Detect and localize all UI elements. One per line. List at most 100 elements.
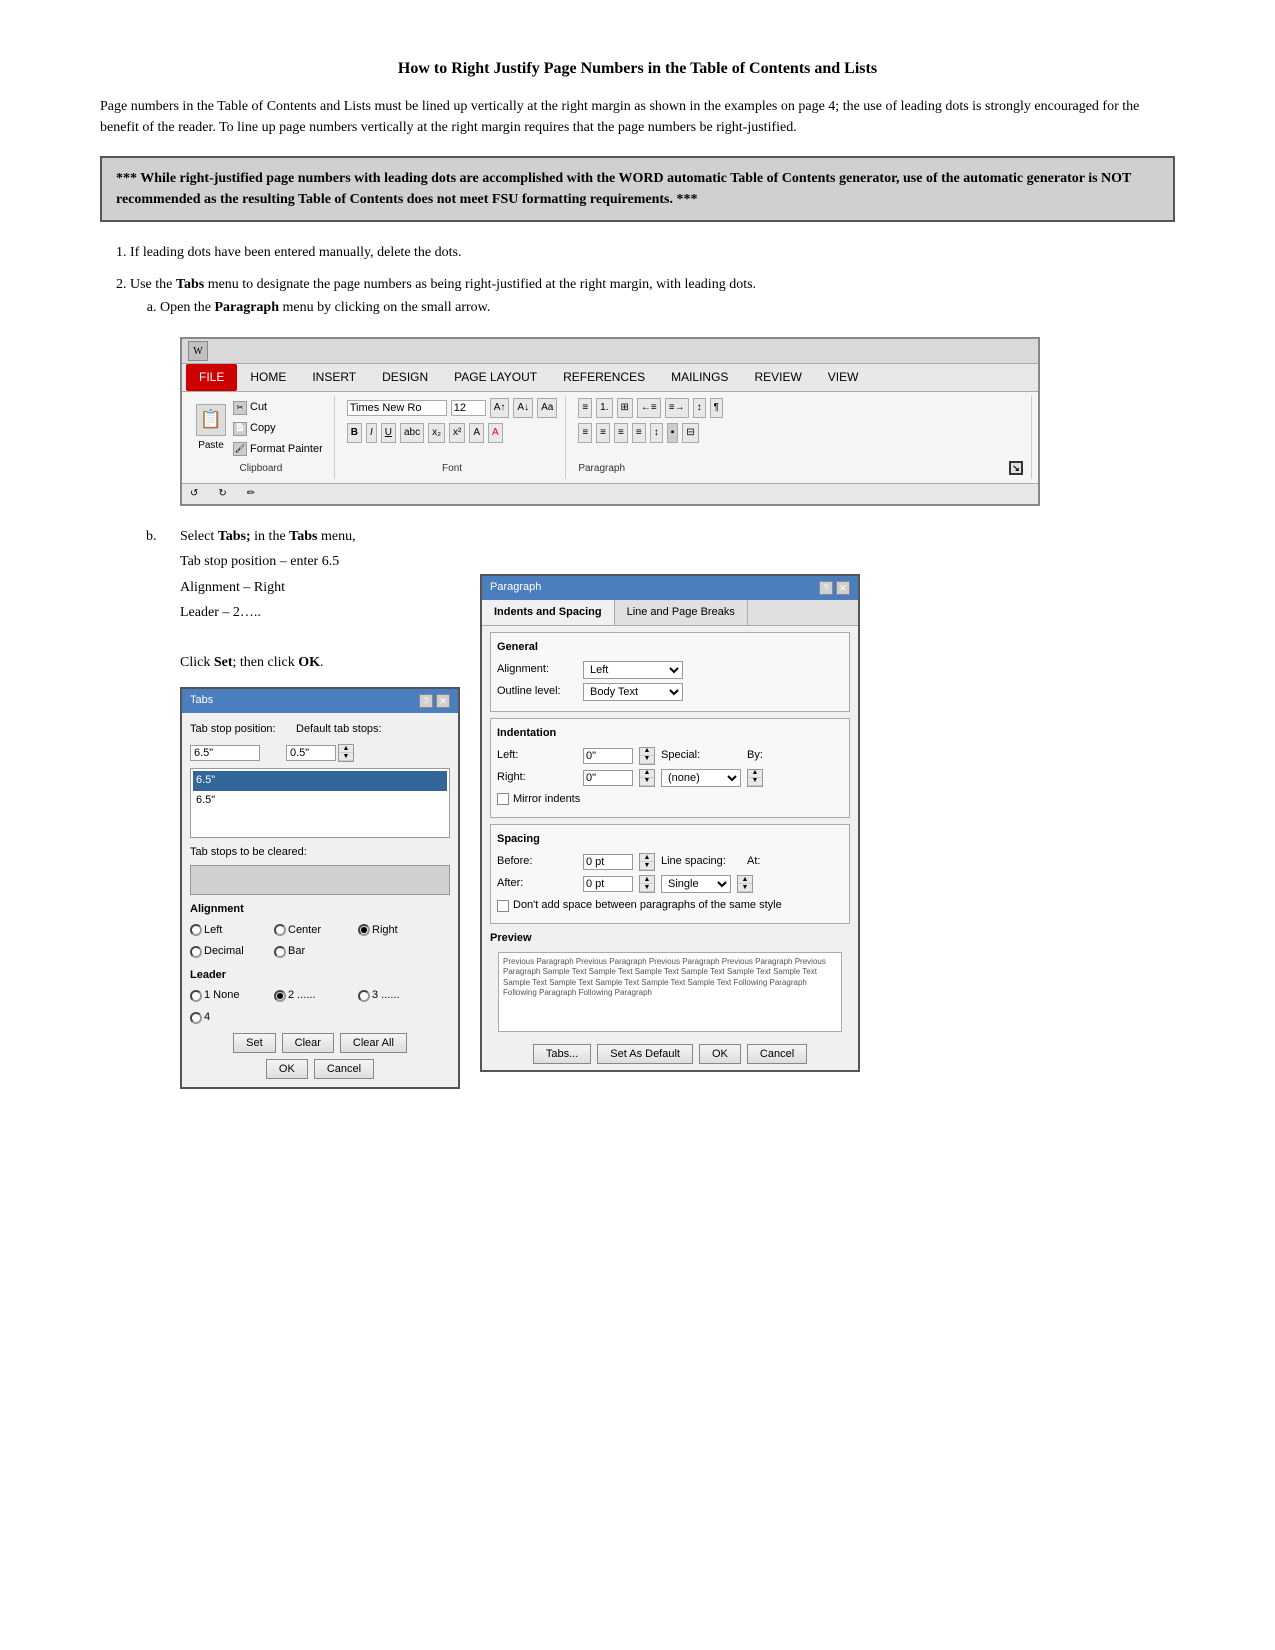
tab-mailings[interactable]: MAILINGS [658,364,741,391]
tabs-clear-all-btn[interactable]: Clear All [340,1033,407,1053]
paste-button[interactable]: 📋 Paste [196,404,226,454]
para-set-default-btn[interactable]: Set As Default [597,1044,693,1064]
tab-position-input[interactable] [190,745,260,761]
subscript-btn[interactable]: x₂ [428,423,445,443]
strikethrough-btn[interactable]: abc [400,423,424,443]
alignment-select[interactable]: Left [583,661,683,679]
underline-btn[interactable]: U [381,423,396,443]
font-shrink-btn[interactable]: A↓ [513,398,533,418]
align-left-btn[interactable]: ≡ [578,423,592,443]
after-input[interactable] [583,876,633,892]
tab-insert[interactable]: INSERT [299,364,369,391]
spinner-down[interactable]: ▼ [339,753,353,761]
tabs-dialog-help[interactable]: ? [419,694,433,708]
para-cancel-btn[interactable]: Cancel [747,1044,807,1064]
para-ok-btn[interactable]: OK [699,1044,741,1064]
indent-left-spinner[interactable]: ▲ ▼ [639,747,655,765]
tab-home[interactable]: HOME [237,364,299,391]
tab-review[interactable]: REVIEW [741,364,814,391]
line-spacing-btn[interactable]: ↕ [650,423,663,443]
para-tab-indents[interactable]: Indents and Spacing [482,600,615,626]
shading-btn[interactable]: ▪ [667,423,679,443]
radio-bar[interactable]: Bar [274,943,354,961]
mirror-indents-checkbox[interactable]: Mirror indents [497,791,843,809]
highlight-btn[interactable]: A [469,423,484,443]
undo-btn[interactable]: ↺ [190,486,198,502]
line-spacing-select[interactable]: Single [661,875,731,893]
dont-add-checkbox[interactable]: Don't add space between paragraphs of th… [497,897,843,915]
format-painter-button[interactable]: 🖌 Format Painter [230,440,326,460]
font-grow-btn[interactable]: A↑ [490,398,510,418]
before-input[interactable] [583,854,633,870]
bullets-btn[interactable]: ≡ [578,398,592,418]
italic-btn[interactable]: I [366,423,377,443]
tab-view[interactable]: VIEW [815,364,872,391]
clear-format-btn[interactable]: Aa [537,398,557,418]
tab-design[interactable]: DESIGN [369,364,441,391]
tabs-cancel-btn[interactable]: Cancel [314,1059,374,1079]
copy-button[interactable]: 📄 Copy [230,419,326,439]
radio-center[interactable]: Center [274,922,354,940]
tab-listbox[interactable]: 6.5" 6.5" [190,768,450,838]
redo-btn[interactable]: ↻ [218,486,226,502]
para-tabs-btn[interactable]: Tabs... [533,1044,591,1064]
para-dialog-help[interactable]: ? [819,581,833,595]
sort-btn[interactable]: ↕ [693,398,706,418]
radio-leader-4[interactable]: 4 [190,1009,270,1027]
customize-btn[interactable]: ✏ [247,486,255,502]
default-stops-spinner[interactable]: ▲ ▼ [338,744,354,762]
tab-file[interactable]: FILE [186,364,237,391]
special-select[interactable]: (none) [661,769,741,787]
superscript-btn[interactable]: x² [449,423,465,443]
font-name-input[interactable] [347,400,447,416]
il-spinner-down[interactable]: ▼ [640,756,654,764]
indent-right-input[interactable] [583,770,633,786]
cut-button[interactable]: ✂ Cut [230,398,326,418]
outline-select[interactable]: Body Text [583,683,683,701]
align-right-btn[interactable]: ≡ [614,423,628,443]
listbox-item-2[interactable]: 6.5" [193,791,447,811]
radio-left-label: Left [204,922,222,940]
indent-right-spinner[interactable]: ▲ ▼ [639,769,655,787]
radio-leader-none[interactable]: 1 None [190,987,270,1005]
radio-leader-2[interactable]: 2 ...... [274,987,354,1005]
paragraph-expand-btn[interactable]: ↘ [1009,461,1023,475]
borders-btn[interactable]: ⊟ [682,423,698,443]
after-spinner[interactable]: ▲ ▼ [639,875,655,893]
multi-list-btn[interactable]: ⊞ [617,398,633,418]
listbox-item-1[interactable]: 6.5" [193,771,447,791]
font-size-input[interactable] [451,400,486,416]
step-a: Open the Paragraph menu by clicking on t… [160,297,1175,506]
tab-references[interactable]: REFERENCES [550,364,658,391]
show-marks-btn[interactable]: ¶ [710,398,723,418]
radio-right[interactable]: Right [358,922,438,940]
alignment-row: Alignment: Left [497,661,843,679]
bs-down[interactable]: ▼ [640,862,654,870]
font-color-btn[interactable]: A [488,423,503,443]
decrease-indent-btn[interactable]: ←≡ [637,398,661,418]
radio-left[interactable]: Left [190,922,270,940]
para-dialog-close[interactable]: ✕ [836,581,850,595]
tabs-clear-btn[interactable]: Clear [282,1033,334,1053]
ir-spinner-down[interactable]: ▼ [640,778,654,786]
indent-left-input[interactable] [583,748,633,764]
radio-decimal[interactable]: Decimal [190,943,270,961]
bold-btn[interactable]: B [347,423,362,443]
para-tab-line-breaks[interactable]: Line and Page Breaks [615,600,748,626]
tabs-dialog-close[interactable]: ✕ [436,694,450,708]
at-down[interactable]: ▼ [738,884,752,892]
radio-leader-3[interactable]: 3 ...... [358,987,438,1005]
before-spinner[interactable]: ▲ ▼ [639,853,655,871]
tabs-set-btn[interactable]: Set [233,1033,276,1053]
align-center-btn[interactable]: ≡ [596,423,610,443]
by-spinner[interactable]: ▲ ▼ [747,769,763,787]
increase-indent-btn[interactable]: ≡→ [665,398,689,418]
default-stops-input[interactable] [286,745,336,761]
tab-page-layout[interactable]: PAGE LAYOUT [441,364,550,391]
tabs-ok-btn[interactable]: OK [266,1059,308,1079]
justify-btn[interactable]: ≡ [632,423,646,443]
by-spinner-down[interactable]: ▼ [748,778,762,786]
numbering-btn[interactable]: 1. [596,398,612,418]
as-down[interactable]: ▼ [640,884,654,892]
at-spinner[interactable]: ▲ ▼ [737,875,753,893]
